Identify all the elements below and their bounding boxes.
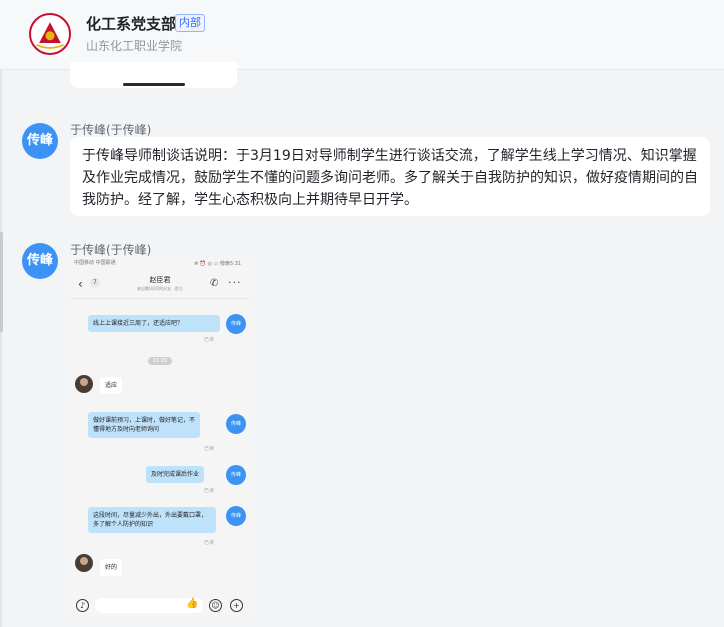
- chat-subtitle: 山东化工职业学院: [86, 39, 183, 53]
- phone-bubble-mine: 线上上课接近三周了，还适应吧？: [88, 315, 220, 332]
- screenshot-image-message[interactable]: 中国移动 中国联通 ❄ ⏰ ◎ ▭ 傍晚5:31 ‹ 7 赵臣君 来自腾讯QQ的…: [70, 257, 250, 617]
- chat-title: 化工系党支部: [86, 15, 177, 33]
- phone-bubble-mine: 及时完成课后作业: [146, 466, 205, 483]
- phone-chat-nav: ‹ 7 赵臣君 来自腾讯QQ的好友 · 群主 ✆ ···: [70, 267, 250, 299]
- phone-bubble-friend: 适应: [100, 377, 123, 394]
- phone-bubble-mine: 这段时间，尽量减少外出，外出要戴口罩，多了解个人防护的知识: [88, 507, 216, 533]
- message-bubble[interactable]: 于传峰导师制谈话说明：于3月19日对导师制学生进行谈话交流，了解学生线上学习情况…: [70, 137, 710, 216]
- status-time: ❄ ⏰ ◎ ▭ 傍晚5:31: [194, 261, 242, 267]
- sender-avatar[interactable]: 传峰: [22, 243, 58, 279]
- read-label: 已读: [204, 446, 215, 452]
- status-carrier: 中国移动 中国联通: [74, 260, 116, 266]
- plus-icon[interactable]: +: [230, 599, 243, 612]
- contact-name: 赵臣君: [149, 276, 171, 284]
- chat-header: 化工系党支部 内部 山东化工职业学院: [0, 0, 724, 70]
- sender-avatar[interactable]: 传峰: [22, 123, 58, 159]
- previous-phone-home-bar: [123, 83, 185, 86]
- friend-avatar: [75, 375, 93, 393]
- emoji-icon[interactable]: ☺: [209, 599, 222, 612]
- read-label: 已读: [204, 337, 215, 343]
- more-dots-icon[interactable]: ···: [228, 276, 242, 289]
- internal-badge: 内部: [175, 14, 205, 32]
- time-divider: 15:26: [148, 357, 173, 365]
- thumbs-up-icon[interactable]: 👍: [186, 598, 198, 609]
- friend-avatar: [75, 554, 93, 572]
- phone-call-icon[interactable]: ✆: [210, 278, 218, 289]
- phone-input-bar: ♪ 👍 ☺ +: [70, 593, 250, 617]
- phone-my-avatar: 传峰: [226, 314, 246, 334]
- group-logo[interactable]: [29, 13, 71, 55]
- read-label: 已读: [204, 540, 215, 546]
- phone-bubble-mine: 做好课前预习，上课时，做好笔记，不懂得地方及时向老师询问: [88, 412, 200, 438]
- left-divider: [0, 70, 2, 627]
- contact-desc: 来自腾讯QQ的好友 · 群主: [136, 286, 184, 291]
- sender-name: 于传峰(于传峰): [70, 123, 152, 137]
- scrollbar[interactable]: [0, 232, 3, 332]
- sender-name: 于传峰(于传峰): [70, 243, 152, 257]
- read-label: 已读: [204, 488, 215, 494]
- phone-my-avatar: 传峰: [226, 414, 246, 434]
- phone-my-avatar: 传峰: [226, 465, 246, 485]
- phone-my-avatar: 传峰: [226, 506, 246, 526]
- phone-bubble-friend: 好的: [100, 559, 123, 576]
- microphone-icon[interactable]: ♪: [76, 599, 89, 612]
